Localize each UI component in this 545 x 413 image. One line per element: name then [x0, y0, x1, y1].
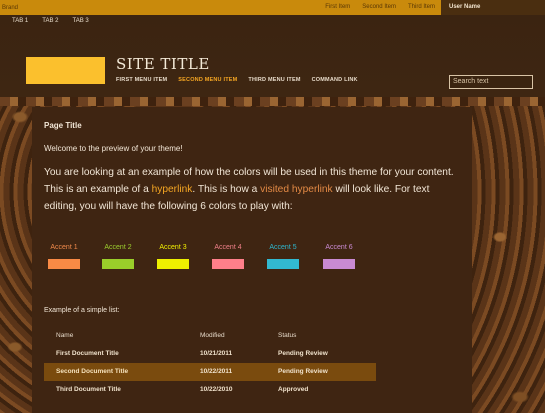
- accent-4: Accent 4: [203, 244, 253, 269]
- list-title: Example of a simple list:: [44, 307, 120, 314]
- accent-2: Accent 2: [93, 244, 143, 269]
- body-paragraph: You are looking at an example of how the…: [44, 164, 464, 215]
- accent-6-label: Accent 6: [325, 244, 353, 251]
- tab-3[interactable]: TAB 3: [72, 18, 88, 24]
- content-panel: Page Title Welcome to the preview of you…: [32, 107, 472, 413]
- accent-1-label: Accent 1: [50, 244, 78, 251]
- site-title[interactable]: SITE TITLE: [116, 55, 210, 73]
- tab-1[interactable]: TAB 1: [12, 18, 28, 24]
- document-list: Name Modified Status First Document Titl…: [44, 327, 376, 399]
- accent-5: Accent 5: [258, 244, 308, 269]
- suite-link-second[interactable]: Second Item: [356, 0, 402, 15]
- coffee-bean-strip: [0, 97, 545, 106]
- list-header-row: Name Modified Status: [44, 327, 376, 345]
- accent-5-swatch: [267, 259, 299, 269]
- page-title: Page Title: [44, 121, 82, 130]
- accent-3-swatch: [157, 259, 189, 269]
- accent-colors: Accent 1 Accent 2 Accent 3 Accent 4 Acce…: [32, 244, 472, 284]
- accent-4-swatch: [212, 259, 244, 269]
- accent-6-swatch: [323, 259, 355, 269]
- document-modified: 10/22/2010: [200, 386, 233, 393]
- table-row[interactable]: Third Document Title 10/22/2010 Approved: [44, 381, 376, 399]
- column-header-status[interactable]: Status: [278, 327, 296, 345]
- document-status: Pending Review: [278, 368, 328, 375]
- top-tabs: TAB 1 TAB 2 TAB 3: [12, 18, 103, 24]
- accent-1-swatch: [48, 259, 80, 269]
- accent-4-label: Accent 4: [214, 244, 242, 251]
- document-name[interactable]: Second Document Title: [56, 363, 128, 381]
- tab-2[interactable]: TAB 2: [42, 18, 58, 24]
- welcome-text: Welcome to the preview of your theme!: [44, 144, 183, 153]
- document-status: Pending Review: [278, 350, 328, 357]
- body-text-part-2: . This is how a: [192, 184, 261, 195]
- suite-link-third[interactable]: Third Item: [402, 0, 441, 15]
- document-status: Approved: [278, 386, 309, 393]
- nav-second-menu-item[interactable]: SECOND MENU ITEM: [178, 77, 237, 83]
- visited-hyperlink-example[interactable]: visited hyperlink: [260, 184, 332, 195]
- brand-label[interactable]: Brand: [0, 5, 319, 11]
- document-modified: 10/21/2011: [200, 350, 233, 357]
- document-modified: 10/22/2011: [200, 368, 233, 375]
- hyperlink-example[interactable]: hyperlink: [152, 184, 193, 195]
- accent-6: Accent 6: [314, 244, 364, 269]
- nav-command-link[interactable]: COMMAND LINK: [312, 77, 358, 83]
- accent-5-label: Accent 5: [269, 244, 297, 251]
- suite-bar: Brand First Item Second Item Third Item …: [0, 0, 545, 15]
- top-navigation: FIRST MENU ITEM SECOND MENU ITEM THIRD M…: [116, 77, 369, 83]
- suite-links: First Item Second Item Third Item: [319, 0, 441, 15]
- accent-2-swatch: [102, 259, 134, 269]
- table-row[interactable]: First Document Title 10/21/2011 Pending …: [44, 345, 376, 363]
- nav-first-menu-item[interactable]: FIRST MENU ITEM: [116, 77, 167, 83]
- site-logo[interactable]: [26, 57, 105, 84]
- suite-link-first[interactable]: First Item: [319, 0, 356, 15]
- document-name[interactable]: First Document Title: [56, 345, 119, 363]
- column-header-modified[interactable]: Modified: [200, 327, 225, 345]
- document-name[interactable]: Third Document Title: [56, 381, 121, 399]
- nav-third-menu-item[interactable]: THIRD MENU ITEM: [248, 77, 300, 83]
- table-row-selected[interactable]: Second Document Title 10/22/2011 Pending…: [44, 363, 376, 381]
- accent-3: Accent 3: [148, 244, 198, 269]
- accent-3-label: Accent 3: [159, 244, 187, 251]
- column-header-name[interactable]: Name: [56, 327, 73, 345]
- site-header: TAB 1 TAB 2 TAB 3 SITE TITLE FIRST MENU …: [0, 15, 545, 97]
- search-input[interactable]: Search text: [449, 75, 533, 89]
- user-name-menu[interactable]: User Name: [441, 0, 545, 15]
- accent-1: Accent 1: [39, 244, 89, 269]
- accent-2-label: Accent 2: [104, 244, 132, 251]
